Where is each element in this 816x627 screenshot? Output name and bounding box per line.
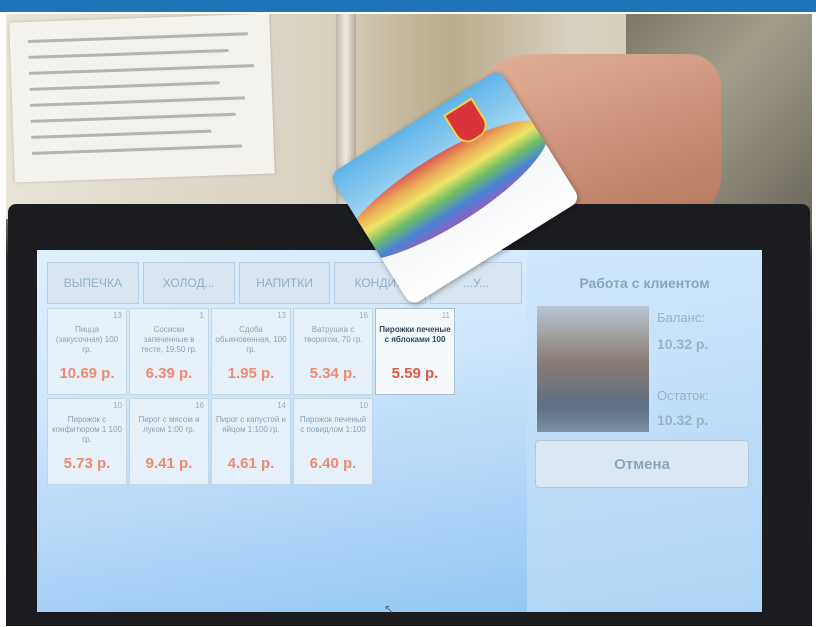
product-name: Пицца (закусочная) 100 гр. [55,325,119,354]
product-tile[interactable]: 16 Ватрушка с творогом, 70 гр. 5.34 р. [293,308,373,395]
product-count: 14 [277,401,286,410]
product-name: Ватрушка с творогом, 70 гр. [303,325,363,344]
remainder-value: 10.32 р. [657,412,709,428]
balance-label: Баланс: [657,310,705,325]
product-name: Пирожок печеный с повидлом 1:100 [299,415,367,434]
product-name: Пирожки печеные с яблоками 100 [379,325,451,344]
product-tile[interactable]: 13 Пицца (закусочная) 100 гр. 10.69 р. [47,308,127,395]
product-name: Сдоба обыкновенная, 100 гр. [215,325,287,354]
product-price: 5.34 р. [309,365,357,382]
product-price: 5.59 р. [391,365,439,382]
product-price: 5.73 р. [63,455,111,472]
product-count: 10 [113,401,122,410]
product-name: Сосиски запеченные в тесте, 19.50 гр. [140,325,198,354]
product-count: 16 [359,311,368,320]
product-tile[interactable]: 13 Сдоба обыкновенная, 100 гр. 1.95 р. [211,308,291,395]
tab-drinks[interactable]: НАПИТКИ [238,262,331,304]
product-name: Пирог с мясом и луком 1:00 гр. [138,415,200,434]
product-name: Пирог с капустой и яйцом 1:100 гр. [215,415,287,434]
product-tile[interactable]: 10 Пирожок с конфитюром 1 100 гр. 5.73 р… [47,398,127,485]
product-count: 16 [195,401,204,410]
product-price: 9.41 р. [145,455,193,472]
product-price: 10.69 р. [59,365,115,382]
client-photo [537,306,649,432]
product-count: 1 [199,311,204,320]
product-tile[interactable]: 16 Пирог с мясом и луком 1:00 гр. 9.41 р… [129,398,209,485]
product-count: 10 [359,401,368,410]
balance-value: 10.32 р. [657,336,709,352]
product-price: 6.39 р. [145,365,193,382]
top-banner [0,0,816,12]
tab-cold[interactable]: ХОЛОД... [142,262,235,304]
product-tile[interactable]: 1 Сосиски запеченные в тесте, 19.50 гр. … [129,308,209,395]
client-panel-title: Работа с клиентом [579,275,710,291]
pos-screen: ВЫПЕЧКА ХОЛОД... НАПИТКИ КОНДИ... ...У..… [37,250,762,612]
product-count: 13 [277,311,286,320]
posted-notice [9,14,275,183]
product-count: 13 [113,311,122,320]
product-tile[interactable]: 14 Пирог с капустой и яйцом 1:100 гр. 4.… [211,398,291,485]
product-count: 11 [441,311,450,320]
product-tile-selected[interactable]: 11 Пирожки печеные с яблоками 100 5.59 р… [375,308,455,395]
product-tile[interactable]: 10 Пирожок печеный с повидлом 1:100 6.40… [293,398,373,485]
client-panel: Работа с клиентом Баланс: 10.32 р. Остат… [527,250,762,612]
remainder-label: Остаток: [657,388,709,403]
product-name: Пирожок с конфитюром 1 100 гр. [52,415,122,444]
product-price: 4.61 р. [227,455,275,472]
tab-bakery[interactable]: ВЫПЕЧКА [47,262,139,304]
cancel-button[interactable]: Отмена [535,440,749,488]
product-price: 6.40 р. [309,455,357,472]
mouse-cursor-icon: ↖ [384,602,395,616]
product-price: 1.95 р. [227,365,275,382]
